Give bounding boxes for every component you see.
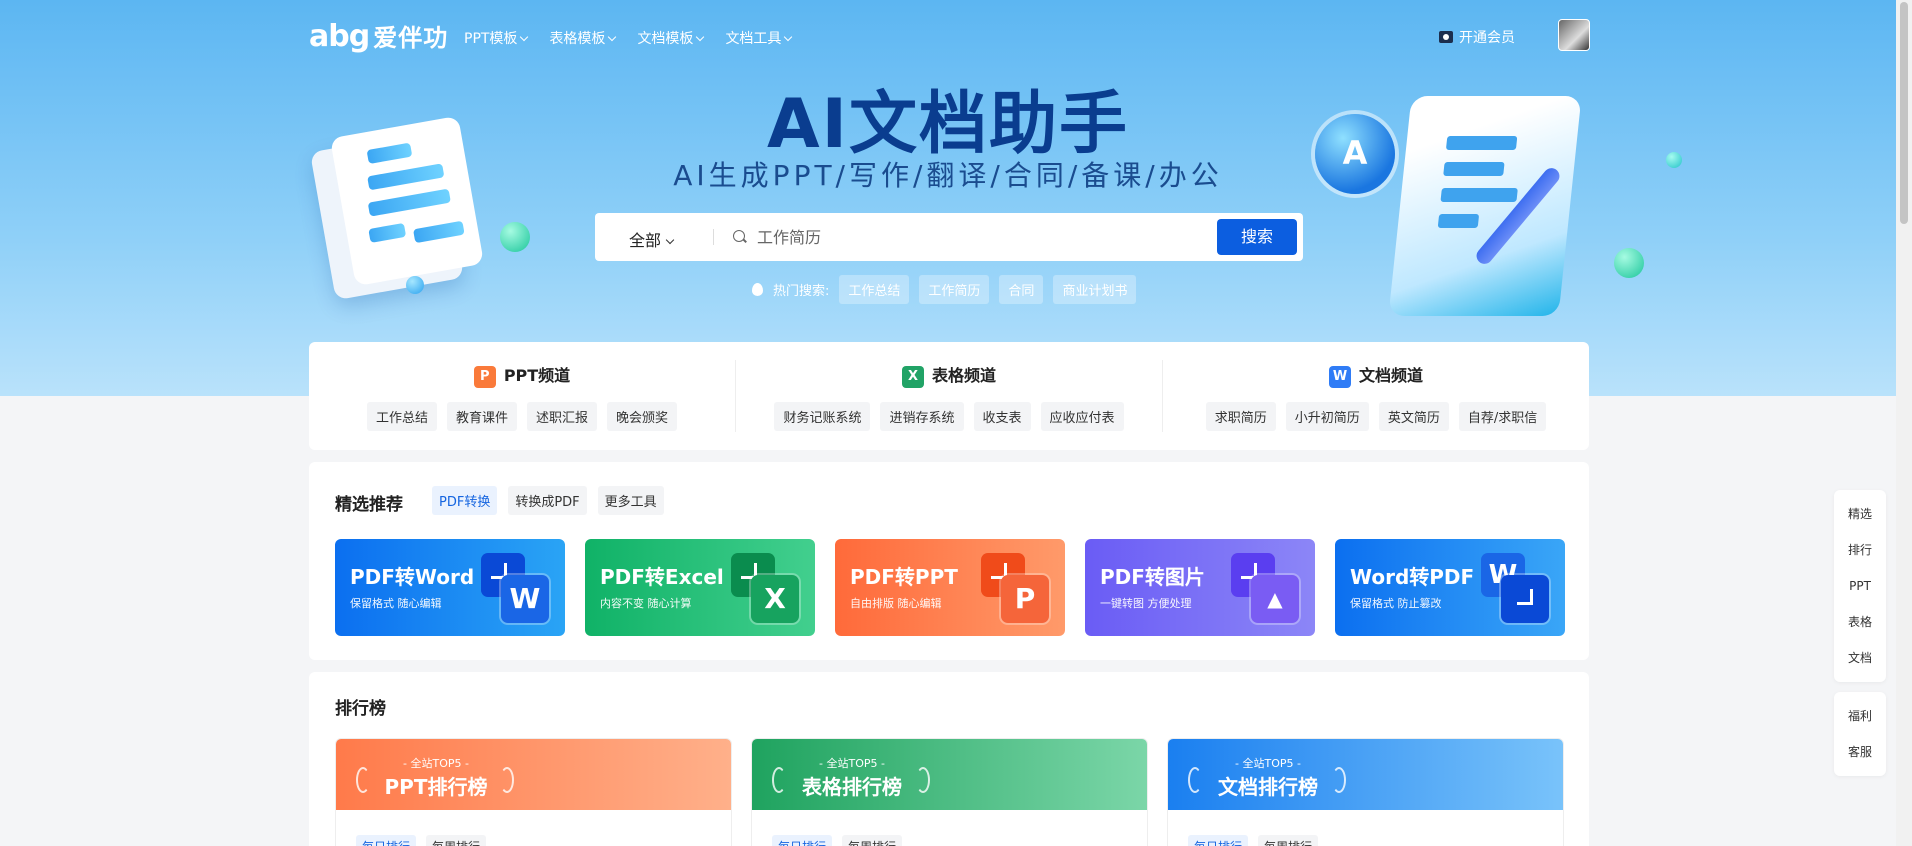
tool-card-pdf-to-ppt[interactable]: PDF转PPT 自由排版 随心编辑 P <box>835 539 1065 636</box>
scrollbar-thumb[interactable] <box>1900 2 1908 224</box>
channel-tag[interactable]: 自荐/求职信 <box>1458 402 1547 431</box>
vip-button[interactable]: 开通会员 <box>1439 27 1515 47</box>
featured-tabs: PDF转换 转换成PDF 更多工具 <box>432 486 664 515</box>
ppt-icon: P <box>1001 575 1049 623</box>
tab-pdf-convert[interactable]: PDF转换 <box>432 486 498 515</box>
ranking-section: 排行榜 - 全站TOP5 - PPT排行榜 每日排行 每周排行 - 全站TOP5… <box>309 672 1589 846</box>
channel-tag[interactable]: 晚会颁奖 <box>607 402 678 431</box>
side-item-sheet[interactable]: 表格 <box>1834 604 1886 640</box>
image-icon: ▲ <box>1251 575 1299 623</box>
excel-icon: X <box>901 365 924 388</box>
tool-card-pdf-to-excel[interactable]: PDF转Excel 内容不变 随心计算 X <box>585 539 815 636</box>
site-logo[interactable]: abg 爱伴功 <box>309 18 448 54</box>
search-scope-select[interactable]: 全部 <box>629 227 675 251</box>
channel-doc: W 文档频道 求职简历 小升初简历 英文简历 自荐/求职信 <box>1163 342 1589 450</box>
crown-icon <box>1439 31 1453 43</box>
tab-daily[interactable]: 每日排行 <box>772 835 833 846</box>
channel-sheet: X 表格频道 财务记账系统 进销存系统 收支表 应收应付表 <box>736 342 1162 450</box>
section-title: 排行榜 <box>335 699 386 719</box>
chevron-down-icon <box>520 32 529 42</box>
tool-card-pdf-to-word[interactable]: PDF转Word 保留格式 随心编辑 W <box>335 539 565 636</box>
side-item-support[interactable]: 客服 <box>1834 734 1886 770</box>
main-menu: PPT模板 表格模板 文档模板 文档工具 <box>464 28 793 48</box>
channel-tag[interactable]: 收支表 <box>973 402 1031 431</box>
arrow-icon <box>1517 589 1533 605</box>
hot-tag[interactable]: 工作简历 <box>919 275 990 304</box>
ai-logo-icon: A <box>1315 114 1395 194</box>
word-icon: W <box>501 575 549 623</box>
channel-panel: P PPT频道 工作总结 教育课件 述职汇报 晚会颁奖 X 表格频道 财务记账系统 … <box>309 342 1589 450</box>
channel-tag[interactable]: 财务记账系统 <box>774 402 871 431</box>
flame-icon <box>752 283 763 296</box>
chevron-down-icon <box>608 32 617 42</box>
channel-tag[interactable]: 小升初简历 <box>1285 402 1369 431</box>
ai-writing-illustration: A <box>1315 96 1682 321</box>
channel-tag[interactable]: 求职简历 <box>1205 402 1276 431</box>
page-subtitle: AI生成PPT/写作/翻译/合同/备课/办公 <box>673 159 1223 192</box>
tab-daily[interactable]: 每日排行 <box>356 835 417 846</box>
tab-to-pdf[interactable]: 转换成PDF <box>508 486 587 515</box>
search-bar: 全部 搜索 <box>595 213 1303 261</box>
side-item-welfare[interactable]: 福利 <box>1834 698 1886 734</box>
channel-tag[interactable]: 述职汇报 <box>527 402 598 431</box>
section-title: 精选推荐 <box>335 495 403 515</box>
page-title: AI文档助手 <box>767 85 1129 164</box>
hot-tag[interactable]: 合同 <box>999 275 1044 304</box>
hot-searches: 热门搜索: 工作总结 工作简历 合同 商业计划书 <box>752 275 1137 304</box>
side-item-ranking[interactable]: 排行 <box>1834 532 1886 568</box>
tab-more-tools[interactable]: 更多工具 <box>597 486 664 515</box>
channel-ppt: P PPT频道 工作总结 教育课件 述职汇报 晚会颁奖 <box>309 342 735 450</box>
tab-weekly[interactable]: 每周排行 <box>426 835 487 846</box>
excel-icon: X <box>751 575 799 623</box>
ranking-card-ppt: - 全站TOP5 - PPT排行榜 每日排行 每周排行 <box>335 738 732 846</box>
chevron-down-icon <box>665 235 675 245</box>
avatar[interactable] <box>1558 19 1590 51</box>
hero-banner: abg 爱伴功 PPT模板 表格模板 文档模板 文档工具 开通会员 AI文档助手 … <box>0 0 1896 396</box>
menu-ppt-templates[interactable]: PPT模板 <box>464 28 529 48</box>
ranking-card-sheet: - 全站TOP5 - 表格排行榜 每日排行 每周排行 <box>751 738 1148 846</box>
tool-card-word-to-pdf[interactable]: Word转PDF 保留格式 防止篡改 W <box>1335 539 1565 636</box>
hot-tag[interactable]: 工作总结 <box>839 275 910 304</box>
tab-weekly[interactable]: 每周排行 <box>1258 835 1319 846</box>
channel-tag[interactable]: 应收应付表 <box>1040 402 1124 431</box>
chevron-down-icon <box>696 32 705 42</box>
tab-daily[interactable]: 每日排行 <box>1188 835 1249 846</box>
ppt-icon: P <box>473 365 496 388</box>
side-item-doc[interactable]: 文档 <box>1834 640 1886 676</box>
channel-tag[interactable]: 进销存系统 <box>880 402 964 431</box>
hot-tag[interactable]: 商业计划书 <box>1053 275 1137 304</box>
side-nav: 精选 排行 PPT 表格 文档 福利 客服 <box>1834 490 1886 786</box>
search-input[interactable] <box>757 223 1197 251</box>
search-icon <box>733 230 745 242</box>
featured-section: 精选推荐 PDF转换 转换成PDF 更多工具 PDF转Word 保留格式 随心编… <box>309 462 1589 660</box>
channel-tag[interactable]: 英文简历 <box>1378 402 1449 431</box>
ranking-card-doc: - 全站TOP5 - 文档排行榜 每日排行 每周排行 <box>1167 738 1564 846</box>
scrollbar[interactable] <box>1896 0 1912 846</box>
menu-doc-templates[interactable]: 文档模板 <box>637 28 705 48</box>
menu-sheet-templates[interactable]: 表格模板 <box>549 28 617 48</box>
search-button[interactable]: 搜索 <box>1217 219 1297 255</box>
side-item-featured[interactable]: 精选 <box>1834 496 1886 532</box>
tab-weekly[interactable]: 每周排行 <box>842 835 903 846</box>
side-item-ppt[interactable]: PPT <box>1834 568 1886 604</box>
channel-tag[interactable]: 教育课件 <box>446 402 517 431</box>
chevron-down-icon <box>784 32 793 42</box>
channel-tag[interactable]: 工作总结 <box>366 402 437 431</box>
menu-doc-tools[interactable]: 文档工具 <box>725 28 793 48</box>
tool-card-pdf-to-image[interactable]: PDF转图片 一键转图 方便处理 ▲ <box>1085 539 1315 636</box>
top-nav: abg 爱伴功 PPT模板 表格模板 文档模板 文档工具 开通会员 <box>309 18 1590 56</box>
word-icon: W <box>1328 365 1351 388</box>
